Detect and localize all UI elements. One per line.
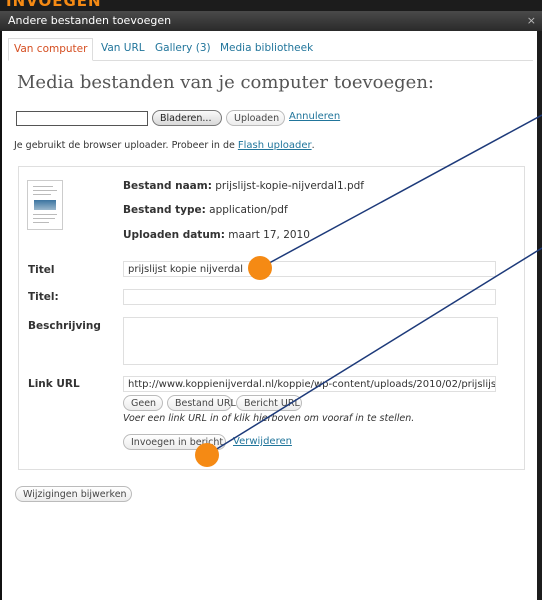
annotation-overlay xyxy=(195,114,542,467)
annotation-dot-title xyxy=(248,256,272,280)
arrow-line-top xyxy=(259,114,542,269)
annotation-dot-insert xyxy=(195,443,219,467)
